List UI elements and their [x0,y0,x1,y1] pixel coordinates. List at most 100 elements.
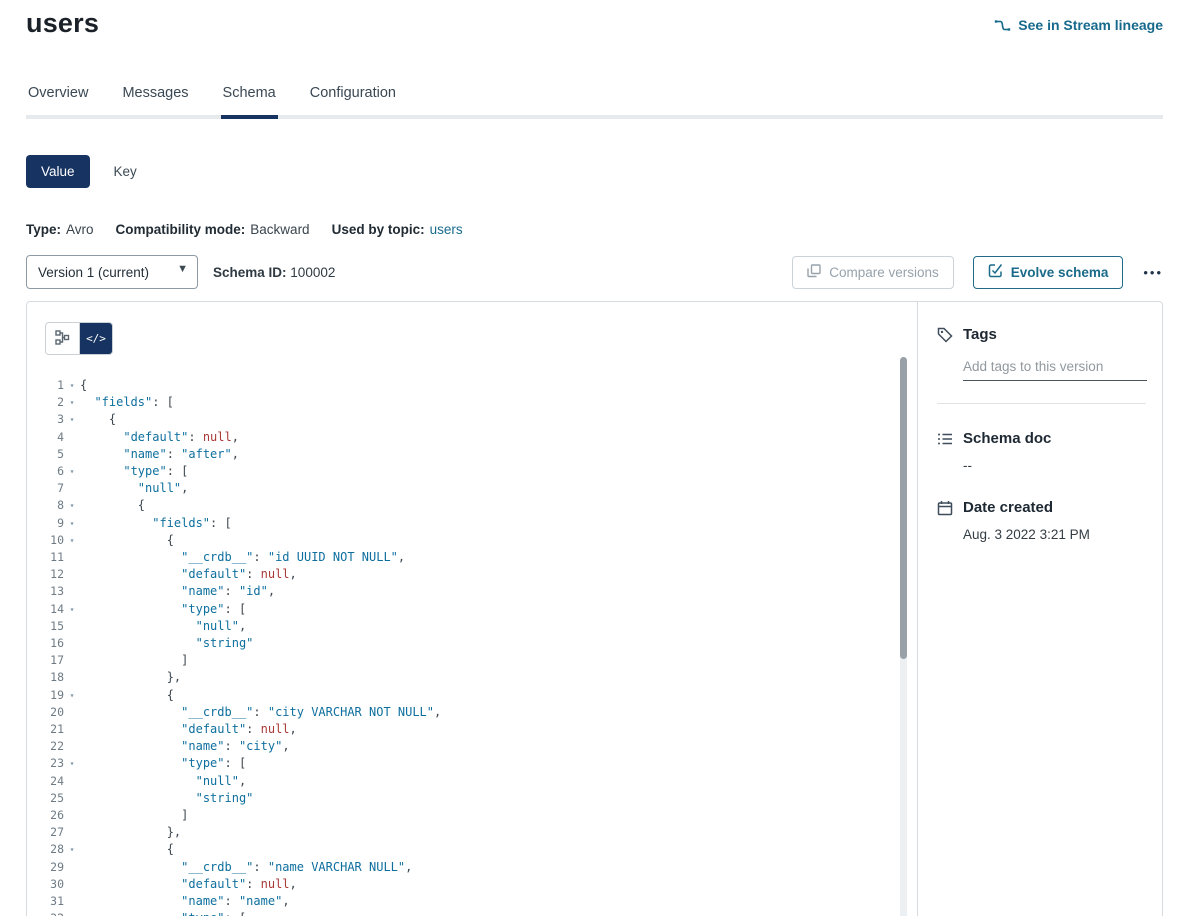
value-tab-button[interactable]: Value [26,155,90,188]
code-text: "name": "after", [80,446,917,463]
line-number: 29 [27,859,64,876]
compatibility-mode-label: Compatibility mode: [116,222,246,237]
date-created-title: Date created [963,499,1053,516]
fold-toggle-icon[interactable]: ▾ [64,687,80,704]
code-text: "fields": [ [80,394,917,411]
key-tab-button[interactable]: Key [114,164,137,179]
line-number: 17 [27,652,64,669]
line-number: 5 [27,446,64,463]
fold-toggle-icon[interactable]: ▾ [64,601,80,618]
fold-toggle-icon[interactable]: ▾ [64,497,80,514]
code-line: 4"default": null, [27,429,917,446]
code-line: 3▾{ [27,411,917,428]
code-text: "null", [80,618,917,635]
code-text: "type": [ [80,755,917,772]
tree-view-button[interactable] [46,323,79,354]
line-number: 22 [27,738,64,755]
code-line: 13 "name": "id", [27,583,917,600]
tab-schema[interactable]: Schema [221,85,278,115]
line-number: 25 [27,790,64,807]
code-text: "default": null, [80,876,917,893]
code-line: 9▾"fields": [ [27,515,917,532]
code-text: "name": "id", [80,583,917,600]
fold-toggle-icon[interactable]: ▾ [64,377,80,394]
schema-panel: </> 1▾{2▾"fields": [3▾{4"default": null,… [26,301,1163,916]
code-text: "type": [ [80,601,917,618]
code-line: 30 "default": null, [27,876,917,893]
line-number: 27 [27,824,64,841]
fold-toggle-icon[interactable]: ▾ [64,411,80,428]
code-text: { [80,841,917,858]
code-line: 7"null", [27,480,917,497]
code-line: 11"__crdb__": "id UUID NOT NULL", [27,549,917,566]
code-line: 12"default": null, [27,566,917,583]
line-number: 7 [27,480,64,497]
evolve-schema-label: Evolve schema [1011,265,1109,280]
line-number: 26 [27,807,64,824]
code-text: }, [80,669,917,686]
add-tags-input[interactable] [963,357,1147,381]
line-number: 19 [27,687,64,704]
line-number: 13 [27,583,64,600]
list-icon [937,431,953,447]
line-number: 3 [27,411,64,428]
schema-id: Schema ID: 100002 [213,265,335,280]
tag-icon [937,327,953,343]
line-number: 11 [27,549,64,566]
tab-messages[interactable]: Messages [120,85,190,115]
used-by-topic: Used by topic: users [332,222,463,237]
schema-page: users See in Stream lineage Overview Mess… [0,0,1189,916]
date-created-heading: Date created [937,499,1146,516]
evolve-schema-icon [988,263,1003,281]
code-text: "type": [ [80,910,917,916]
date-created-value: Aug. 3 2022 3:21 PM [963,527,1146,542]
code-scrollbar [900,357,907,916]
schema-type-label: Type: [26,222,61,237]
line-number: 15 [27,618,64,635]
code-scrollbar-thumb[interactable] [900,357,907,659]
version-select[interactable]: Version 1 (current) [26,255,198,289]
fold-toggle-icon[interactable]: ▾ [64,463,80,480]
schema-doc-section: Schema doc -- [937,430,1146,473]
code-text: { [80,411,917,428]
code-view-button[interactable]: </> [79,323,112,354]
code-line: 5 "name": "after", [27,446,917,463]
sidebar-divider [937,403,1146,404]
fold-toggle-icon[interactable]: ▾ [64,515,80,532]
tab-overview[interactable]: Overview [26,85,90,115]
tabs: Overview Messages Schema Configuration [26,85,1163,119]
line-number: 30 [27,876,64,893]
schema-code-column: </> 1▾{2▾"fields": [3▾{4"default": null,… [27,302,917,916]
compare-versions-button[interactable]: Compare versions [792,256,954,289]
fold-toggle-icon[interactable]: ▾ [64,910,80,916]
code-line: 20"__crdb__": "city VARCHAR NOT NULL", [27,704,917,721]
code-text: ] [80,807,917,824]
used-by-topic-label: Used by topic: [332,222,425,237]
fold-toggle-icon[interactable]: ▾ [64,394,80,411]
line-number: 18 [27,669,64,686]
evolve-schema-button[interactable]: Evolve schema [973,256,1124,289]
code-text: "default": null, [80,566,917,583]
code-line: 16"string" [27,635,917,652]
code-line: 21"default": null, [27,721,917,738]
compatibility-mode: Compatibility mode: Backward [116,222,310,237]
code-text: "name": "name", [80,893,917,910]
code-text: ] [80,652,917,669]
compare-versions-icon [807,264,821,281]
code-line: 19▾{ [27,687,917,704]
line-number: 8 [27,497,64,514]
tree-view-icon [55,330,70,348]
fold-toggle-icon[interactable]: ▾ [64,755,80,772]
tab-configuration[interactable]: Configuration [308,85,398,115]
stream-lineage-link[interactable]: See in Stream lineage [994,17,1163,33]
code-line: 10▾{ [27,532,917,549]
fold-toggle-icon[interactable]: ▾ [64,532,80,549]
compatibility-mode-value: Backward [250,222,309,237]
code-line: 31"name": "name", [27,893,917,910]
fold-toggle-icon[interactable]: ▾ [64,841,80,858]
line-number: 4 [27,429,64,446]
more-options-button[interactable]: ••• [1143,265,1163,280]
topic-link[interactable]: users [430,222,463,237]
line-number: 14 [27,601,64,618]
compare-versions-label: Compare versions [829,265,939,280]
